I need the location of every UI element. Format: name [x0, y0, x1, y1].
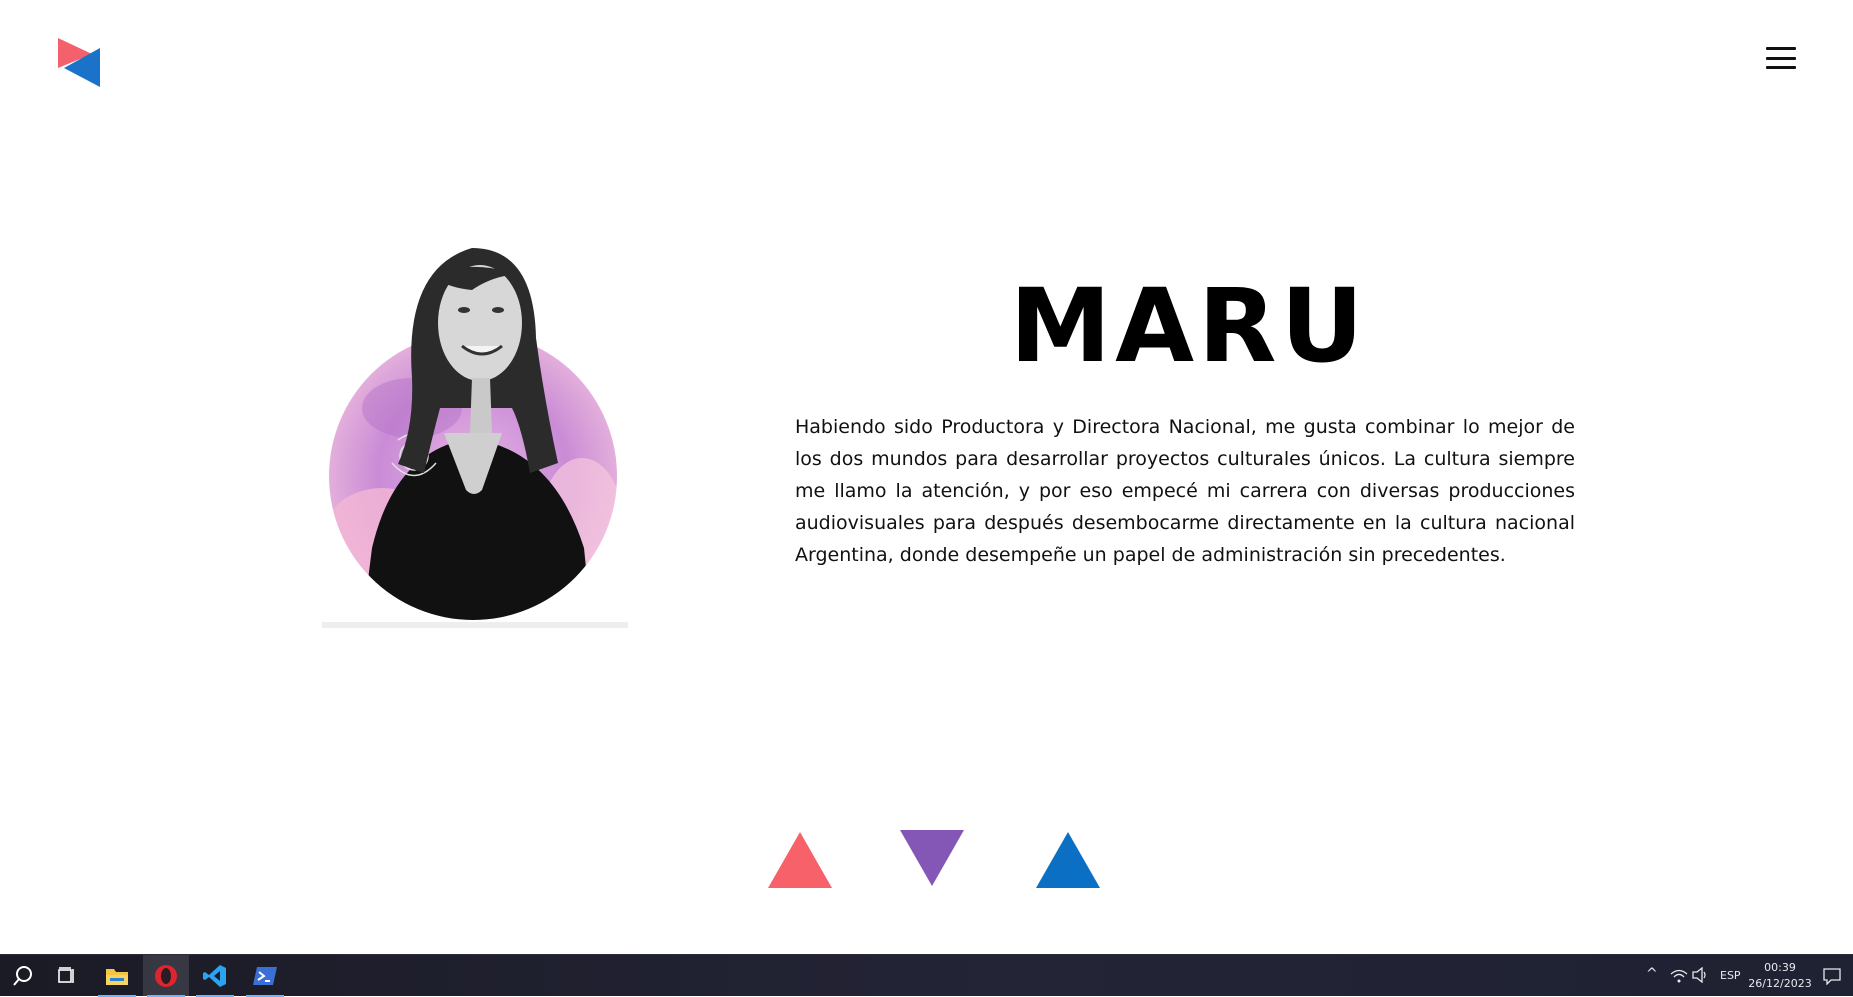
site-logo[interactable] — [58, 38, 100, 87]
clock-date: 26/12/2023 — [1748, 977, 1812, 990]
folder-icon[interactable] — [94, 955, 140, 997]
profile-name: MARU — [1009, 267, 1368, 386]
opera-icon[interactable] — [143, 955, 189, 997]
clock[interactable]: 00:39 26/12/2023 — [1742, 960, 1818, 992]
search-icon[interactable] — [0, 955, 46, 997]
task-view-icon[interactable] — [44, 955, 90, 997]
chevron-up-icon[interactable]: ^ — [1646, 966, 1658, 982]
triangle-up-blue-icon — [1036, 832, 1100, 888]
triangle-down-purple-icon — [900, 830, 964, 886]
profile-photo — [322, 228, 628, 628]
volume-icon[interactable] — [1692, 966, 1710, 987]
menu-bar — [1766, 66, 1796, 69]
vscode-icon[interactable] — [192, 955, 238, 997]
wifi-icon[interactable] — [1670, 968, 1688, 987]
taskbar: ^ ESP 00:39 26/12/2023 — [0, 954, 1853, 997]
language-indicator[interactable]: ESP — [1720, 969, 1741, 982]
menu-bar — [1766, 47, 1796, 50]
bowtie-logo-icon — [58, 38, 100, 87]
profile-bio: Habiendo sido Productora y Directora Nac… — [795, 416, 1575, 566]
portrait-illustration — [322, 248, 628, 628]
clock-time: 00:39 — [1764, 961, 1796, 974]
notification-icon[interactable] — [1823, 967, 1841, 989]
hamburger-menu-icon[interactable] — [1764, 44, 1798, 72]
menu-bar — [1766, 56, 1796, 60]
powershell-icon[interactable] — [242, 955, 288, 997]
page: MARU Habiendo sido Productora y Director… — [0, 0, 1853, 954]
triangle-up-red-icon — [768, 832, 832, 888]
